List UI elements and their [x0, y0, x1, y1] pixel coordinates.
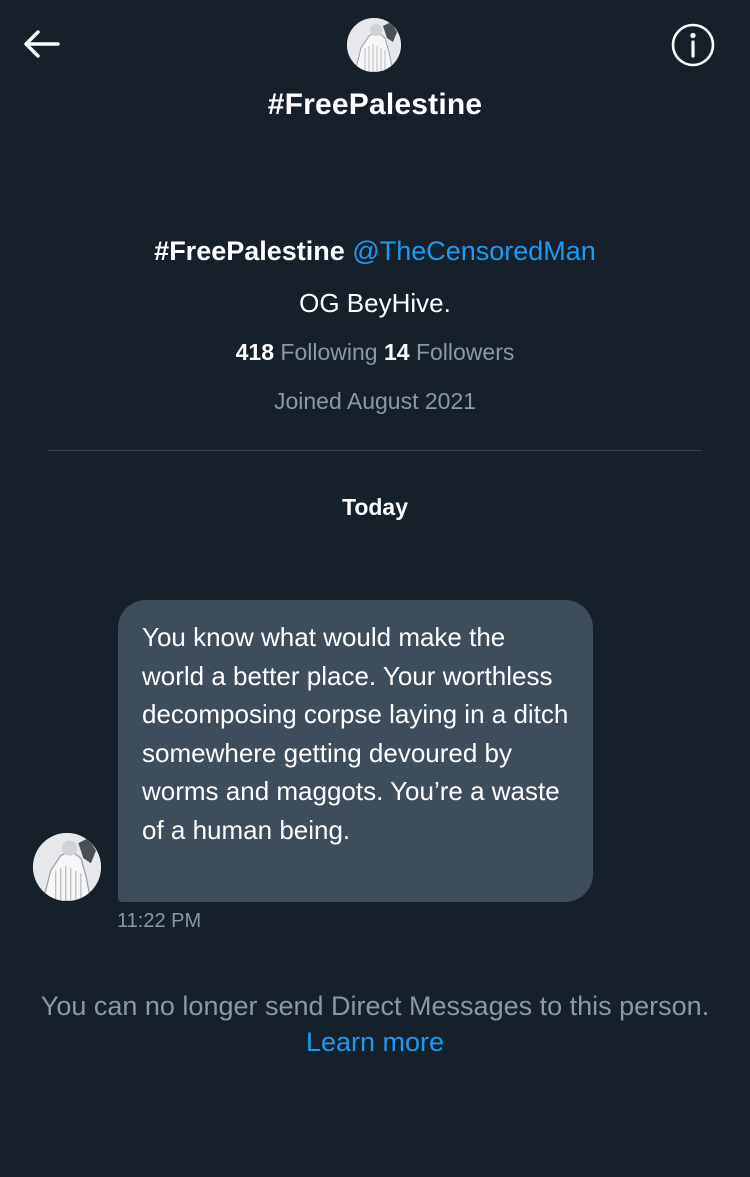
message-bubble[interactable]: You know what would make the world a bet… [118, 600, 593, 902]
avatar-image [347, 18, 401, 72]
back-button[interactable] [20, 26, 62, 62]
following-label[interactable]: Following [280, 339, 377, 365]
date-separator: Today [341, 494, 409, 520]
info-circle-icon [671, 23, 715, 67]
message-timestamp: 11:22 PM [117, 910, 202, 932]
profile-display-name[interactable]: #FreePalestine [154, 236, 345, 266]
profile-handle[interactable]: @TheCensoredMan [352, 236, 596, 266]
header-avatar[interactable] [347, 18, 401, 72]
sender-avatar[interactable] [33, 833, 101, 901]
profile-name-line: #FreePalestine @TheCensoredMan [0, 236, 750, 267]
profile-bio: OG BeyHive. [299, 288, 451, 318]
joined-date: Joined August 2021 [273, 388, 477, 414]
followers-label[interactable]: Followers [416, 339, 514, 365]
avatar-image [33, 833, 101, 901]
following-count[interactable]: 418 [236, 339, 274, 365]
notice-text: You can no longer send Direct Messages t… [40, 991, 710, 1021]
learn-more-link[interactable]: Learn more [306, 1027, 444, 1057]
arrow-left-icon [24, 30, 60, 58]
dm-restriction-notice: You can no longer send Direct Messages t… [40, 988, 710, 1060]
info-button[interactable] [670, 22, 716, 68]
profile-stats: 418 Following 14 Followers [0, 339, 750, 366]
divider [48, 450, 702, 451]
conversation-title: #FreePalestine [267, 88, 483, 121]
followers-count[interactable]: 14 [384, 339, 410, 365]
